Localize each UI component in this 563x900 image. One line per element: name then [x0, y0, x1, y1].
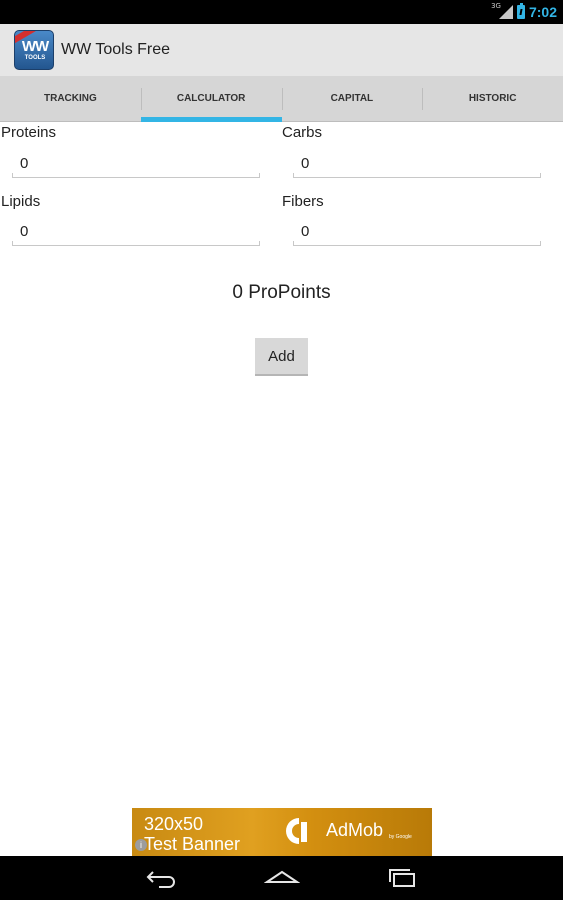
app-icon-subtext: TOOLS: [24, 55, 46, 61]
signal-icon: [498, 5, 513, 19]
navigation-bar: [0, 856, 563, 900]
tab-label: CALCULATOR: [176, 93, 246, 104]
battery-icon: [516, 3, 525, 19]
lipids-underline: [12, 241, 260, 246]
ad-banner-text: Test Banner: [144, 834, 241, 854]
propoints-value: 0: [232, 282, 243, 303]
tab-capital[interactable]: CAPITAL: [281, 76, 423, 121]
proteins-underline: [12, 173, 260, 178]
fibers-underline: [293, 241, 541, 246]
admob-logo-icon: [286, 818, 307, 844]
network-type-label: 3G: [491, 2, 501, 10]
ad-size-text: 320x50: [144, 814, 204, 834]
tab-tracking[interactable]: TRACKING: [0, 76, 141, 121]
back-button[interactable]: [142, 864, 182, 892]
carbs-label: Carbs: [282, 124, 323, 141]
back-icon: [146, 871, 175, 888]
app-title: WW Tools Free: [61, 41, 171, 58]
tab-label: HISTORIC: [468, 93, 517, 104]
tab-bar: TRACKING CALCULATOR CAPITAL HISTORIC: [0, 76, 563, 122]
lipids-label: Lipids: [1, 193, 41, 210]
tab-historic[interactable]: HISTORIC: [422, 76, 563, 121]
status-bar: 3G 7:02: [0, 0, 563, 24]
ad-brand-label: AdMob: [326, 820, 384, 840]
ad-banner[interactable]: 320x50 Test Banner AdMob by Google i: [132, 808, 432, 856]
propoints-result: 0 ProPoints: [0, 282, 563, 304]
add-button[interactable]: Add: [255, 338, 308, 376]
tab-label: CAPITAL: [330, 93, 374, 104]
action-bar: WW TOOLS WW Tools Free: [0, 24, 563, 76]
ad-text-block: 320x50 Test Banner: [144, 814, 240, 854]
home-button[interactable]: [262, 864, 302, 892]
recent-apps-button[interactable]: [382, 864, 422, 892]
tab-label: TRACKING: [43, 93, 97, 104]
propoints-unit: ProPoints: [248, 282, 331, 303]
status-icons: 3G 7:02: [491, 0, 557, 24]
carbs-underline: [293, 173, 541, 178]
ad-by-label: by Google: [389, 834, 412, 840]
status-clock: 7:02: [528, 4, 557, 20]
info-icon[interactable]: i: [135, 839, 147, 851]
app-icon[interactable]: WW TOOLS: [14, 30, 54, 70]
proteins-label: Proteins: [1, 124, 57, 141]
recent-apps-icon: [389, 869, 415, 887]
home-icon: [264, 870, 300, 883]
fibers-label: Fibers: [282, 193, 324, 210]
app-icon-text: WW: [21, 38, 49, 55]
tab-calculator[interactable]: CALCULATOR: [140, 76, 282, 122]
